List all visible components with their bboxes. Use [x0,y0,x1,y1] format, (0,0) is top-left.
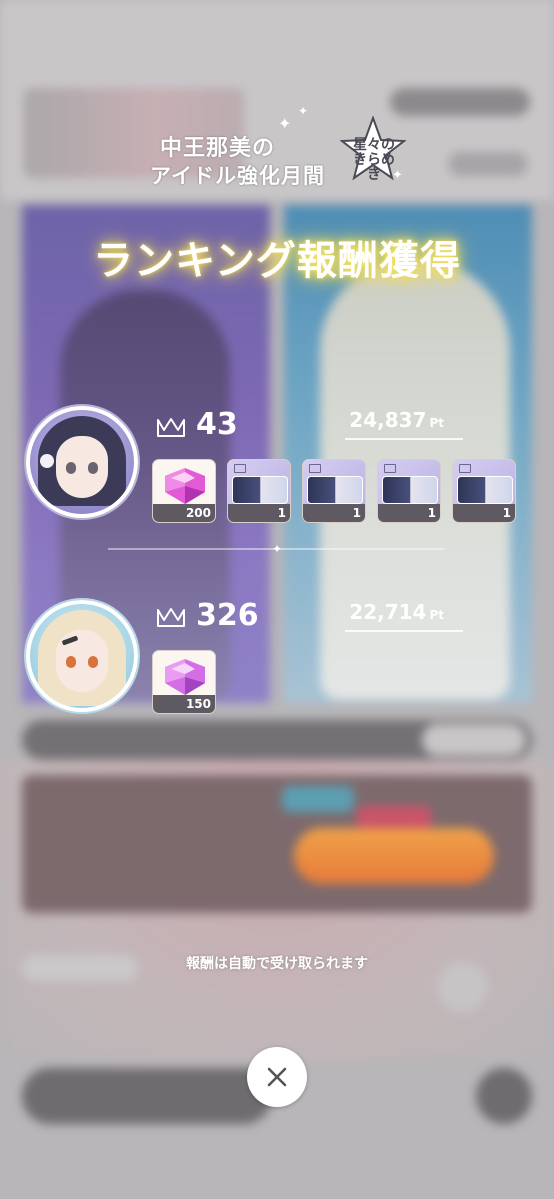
reward-qty: 150 [153,695,215,713]
pink-gem-icon [165,659,205,695]
ticket-icon [307,476,363,504]
reward-qty: 1 [378,504,440,522]
reward-item: 1 [302,459,366,523]
auto-receive-notice: 報酬は自動で受け取られます [186,956,368,972]
event-logo-line2: アイドル強化月間 [150,163,325,188]
reward-qty: 200 [153,504,215,522]
ticket-icon [232,476,288,504]
ranking-row: 326 22,714 Pt 150 [0,598,554,718]
event-logo-badge: 星々のきらめき [353,137,395,183]
reward-qty: 1 [453,504,515,522]
flower-icon [40,454,54,468]
reward-overlay: 中王那美の アイドル強化月間 星々のきらめき ✦ ✦ ✦ ランキング報酬獲得 4… [0,0,554,1199]
sparkle-icon: ✦ [392,168,403,183]
divider-sparkle-icon: ✦ [271,542,283,556]
event-logo: 中王那美の アイドル強化月間 星々のきらめき ✦ ✦ ✦ [148,104,410,194]
points-value: 22,714 Pt [349,600,444,624]
points-underline [345,630,463,632]
pink-gem-icon [165,468,205,504]
reward-qty: 1 [303,504,365,522]
sparkle-icon: ✦ [278,114,292,133]
points-value: 24,837 Pt [349,408,444,432]
idol-avatar-icon [26,600,138,712]
close-icon [267,1067,287,1087]
ticket-tag-icon [309,464,321,473]
reward-item: 1 [452,459,516,523]
ticket-tag-icon [234,464,246,473]
rank-number: 43 [196,407,238,442]
ticket-tag-icon [459,464,471,473]
idol-avatar-icon [26,406,138,518]
reward-item: 1 [227,459,291,523]
ticket-icon [457,476,513,504]
banner-title: ランキング報酬獲得 [93,238,461,284]
reward-item: 200 [152,459,216,523]
close-button[interactable] [247,1047,307,1107]
reward-item: 150 [152,650,216,714]
reward-item: 1 [377,459,441,523]
points-underline [345,438,463,440]
ticket-tag-icon [384,464,396,473]
reward-qty: 1 [228,504,290,522]
rank-number: 326 [196,598,259,633]
ranking-row: 43 24,837 Pt 200 1 1 1 1 [0,404,554,534]
crown-icon [157,418,185,437]
crown-icon [157,608,185,627]
event-logo-line1: 中王那美の [160,135,276,161]
sparkle-icon: ✦ [298,104,309,118]
ticket-icon [382,476,438,504]
